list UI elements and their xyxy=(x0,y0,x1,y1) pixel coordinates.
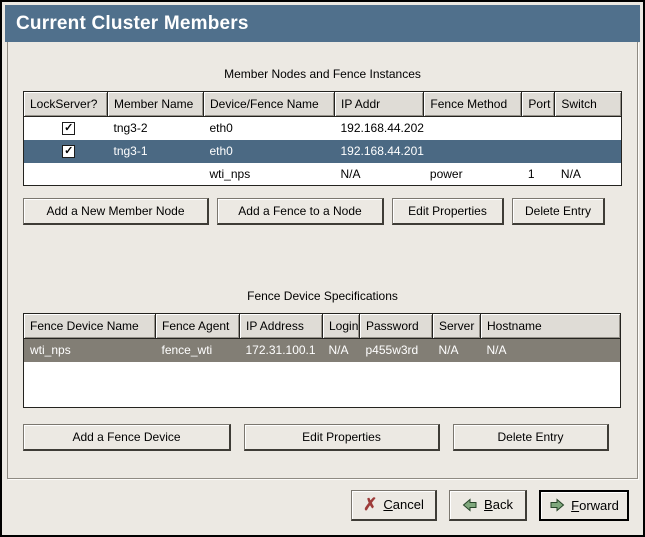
forward-button[interactable]: Forward xyxy=(539,490,629,521)
fence-devices-table: Fence Device Name Fence Agent IP Address… xyxy=(23,313,621,408)
member-row-tng3-1-selected[interactable]: ✓ tng3-1 eth0 192.168.44.201 xyxy=(24,140,622,163)
content-frame: Member Nodes and Fence Instances LockSer… xyxy=(7,42,638,479)
add-fence-to-node-button[interactable]: Add a Fence to a Node xyxy=(217,198,384,225)
cancel-button[interactable]: ✗ Cancel xyxy=(351,490,437,521)
cancel-button-label: Cancel xyxy=(383,497,423,512)
cell-switch: N/A xyxy=(555,163,622,186)
cell-fence-method xyxy=(424,140,522,163)
add-fence-device-button[interactable]: Add a Fence Device xyxy=(23,424,231,451)
column-header-ip-addr[interactable]: IP Addr xyxy=(335,92,424,117)
cell-fence-method: power xyxy=(424,163,522,186)
column-header-fence-agent[interactable]: Fence Agent xyxy=(156,314,240,339)
column-header-password[interactable]: Password xyxy=(360,314,433,339)
cell-switch xyxy=(555,140,622,163)
member-edit-properties-button[interactable]: Edit Properties xyxy=(392,198,504,225)
cell-port xyxy=(522,140,555,163)
cluster-members-dialog: Current Cluster Members Member Nodes and… xyxy=(0,0,645,537)
cell-ip-addr: N/A xyxy=(335,163,424,186)
column-header-switch[interactable]: Switch xyxy=(555,92,622,117)
cell-device-fence-name: eth0 xyxy=(204,140,335,163)
cell-server: N/A xyxy=(433,339,481,362)
page-title: Current Cluster Members xyxy=(16,13,249,35)
cell-port: 1 xyxy=(522,163,555,186)
cell-device-fence-name: wti_nps xyxy=(204,163,335,186)
cell-ip-address: 172.31.100.1 xyxy=(240,339,323,362)
back-arrow-icon xyxy=(462,497,478,513)
back-button-label: Back xyxy=(484,497,513,512)
cell-login: N/A xyxy=(323,339,360,362)
forward-button-label: Forward xyxy=(571,498,619,513)
column-header-hostname[interactable]: Hostname xyxy=(481,314,621,339)
dialog-title-band: Current Cluster Members xyxy=(5,5,640,42)
forward-arrow-icon xyxy=(549,497,565,513)
fence-table-empty-area xyxy=(24,362,621,408)
fence-table-header-row: Fence Device Name Fence Agent IP Address… xyxy=(24,314,621,339)
lockserver-checkbox[interactable]: ✓ xyxy=(62,145,75,158)
cell-fence-agent: fence_wti xyxy=(156,339,240,362)
fence-delete-entry-button[interactable]: Delete Entry xyxy=(453,424,609,451)
cell-member-name: tng3-2 xyxy=(108,117,204,140)
member-nodes-table: LockServer? Member Name Device/Fence Nam… xyxy=(23,91,622,186)
cancel-x-icon: ✗ xyxy=(363,496,377,513)
cell-port xyxy=(522,117,555,140)
member-row-tng3-2[interactable]: ✓ tng3-2 eth0 192.168.44.202 xyxy=(24,117,622,140)
column-header-device-fence-name[interactable]: Device/Fence Name xyxy=(204,92,335,117)
member-row-wti-nps-instance[interactable]: wti_nps N/A power 1 N/A xyxy=(24,163,622,186)
member-delete-entry-button[interactable]: Delete Entry xyxy=(512,198,605,225)
footer-button-bar: ✗ Cancel Back Forward xyxy=(5,479,640,531)
cell-device-fence-name: eth0 xyxy=(204,117,335,140)
column-header-ip-address[interactable]: IP Address xyxy=(240,314,323,339)
column-header-login[interactable]: Login xyxy=(323,314,360,339)
fence-section-caption: Fence Device Specifications xyxy=(8,289,637,303)
fence-device-row-wti-nps[interactable]: wti_nps fence_wti 172.31.100.1 N/A p455w… xyxy=(24,339,621,362)
cell-hostname: N/A xyxy=(481,339,621,362)
back-button[interactable]: Back xyxy=(449,490,527,521)
cell-ip-addr: 192.168.44.201 xyxy=(335,140,424,163)
column-header-fence-device-name[interactable]: Fence Device Name xyxy=(24,314,156,339)
cell-password: p455w3rd xyxy=(360,339,433,362)
cell-member-name xyxy=(108,163,204,186)
cell-ip-addr: 192.168.44.202 xyxy=(335,117,424,140)
member-section-caption: Member Nodes and Fence Instances xyxy=(8,67,637,81)
member-table-header-row: LockServer? Member Name Device/Fence Nam… xyxy=(24,92,622,117)
column-header-member-name[interactable]: Member Name xyxy=(108,92,204,117)
add-new-member-node-button[interactable]: Add a New Member Node xyxy=(23,198,209,225)
cell-switch xyxy=(555,117,622,140)
column-header-port[interactable]: Port xyxy=(522,92,555,117)
column-header-server[interactable]: Server xyxy=(433,314,481,339)
cell-fence-method xyxy=(424,117,522,140)
lockserver-checkbox[interactable]: ✓ xyxy=(62,122,75,135)
column-header-fence-method[interactable]: Fence Method xyxy=(424,92,522,117)
cell-member-name: tng3-1 xyxy=(108,140,204,163)
column-header-lockserver[interactable]: LockServer? xyxy=(24,92,108,117)
cell-fence-device-name: wti_nps xyxy=(24,339,156,362)
fence-edit-properties-button[interactable]: Edit Properties xyxy=(244,424,440,451)
